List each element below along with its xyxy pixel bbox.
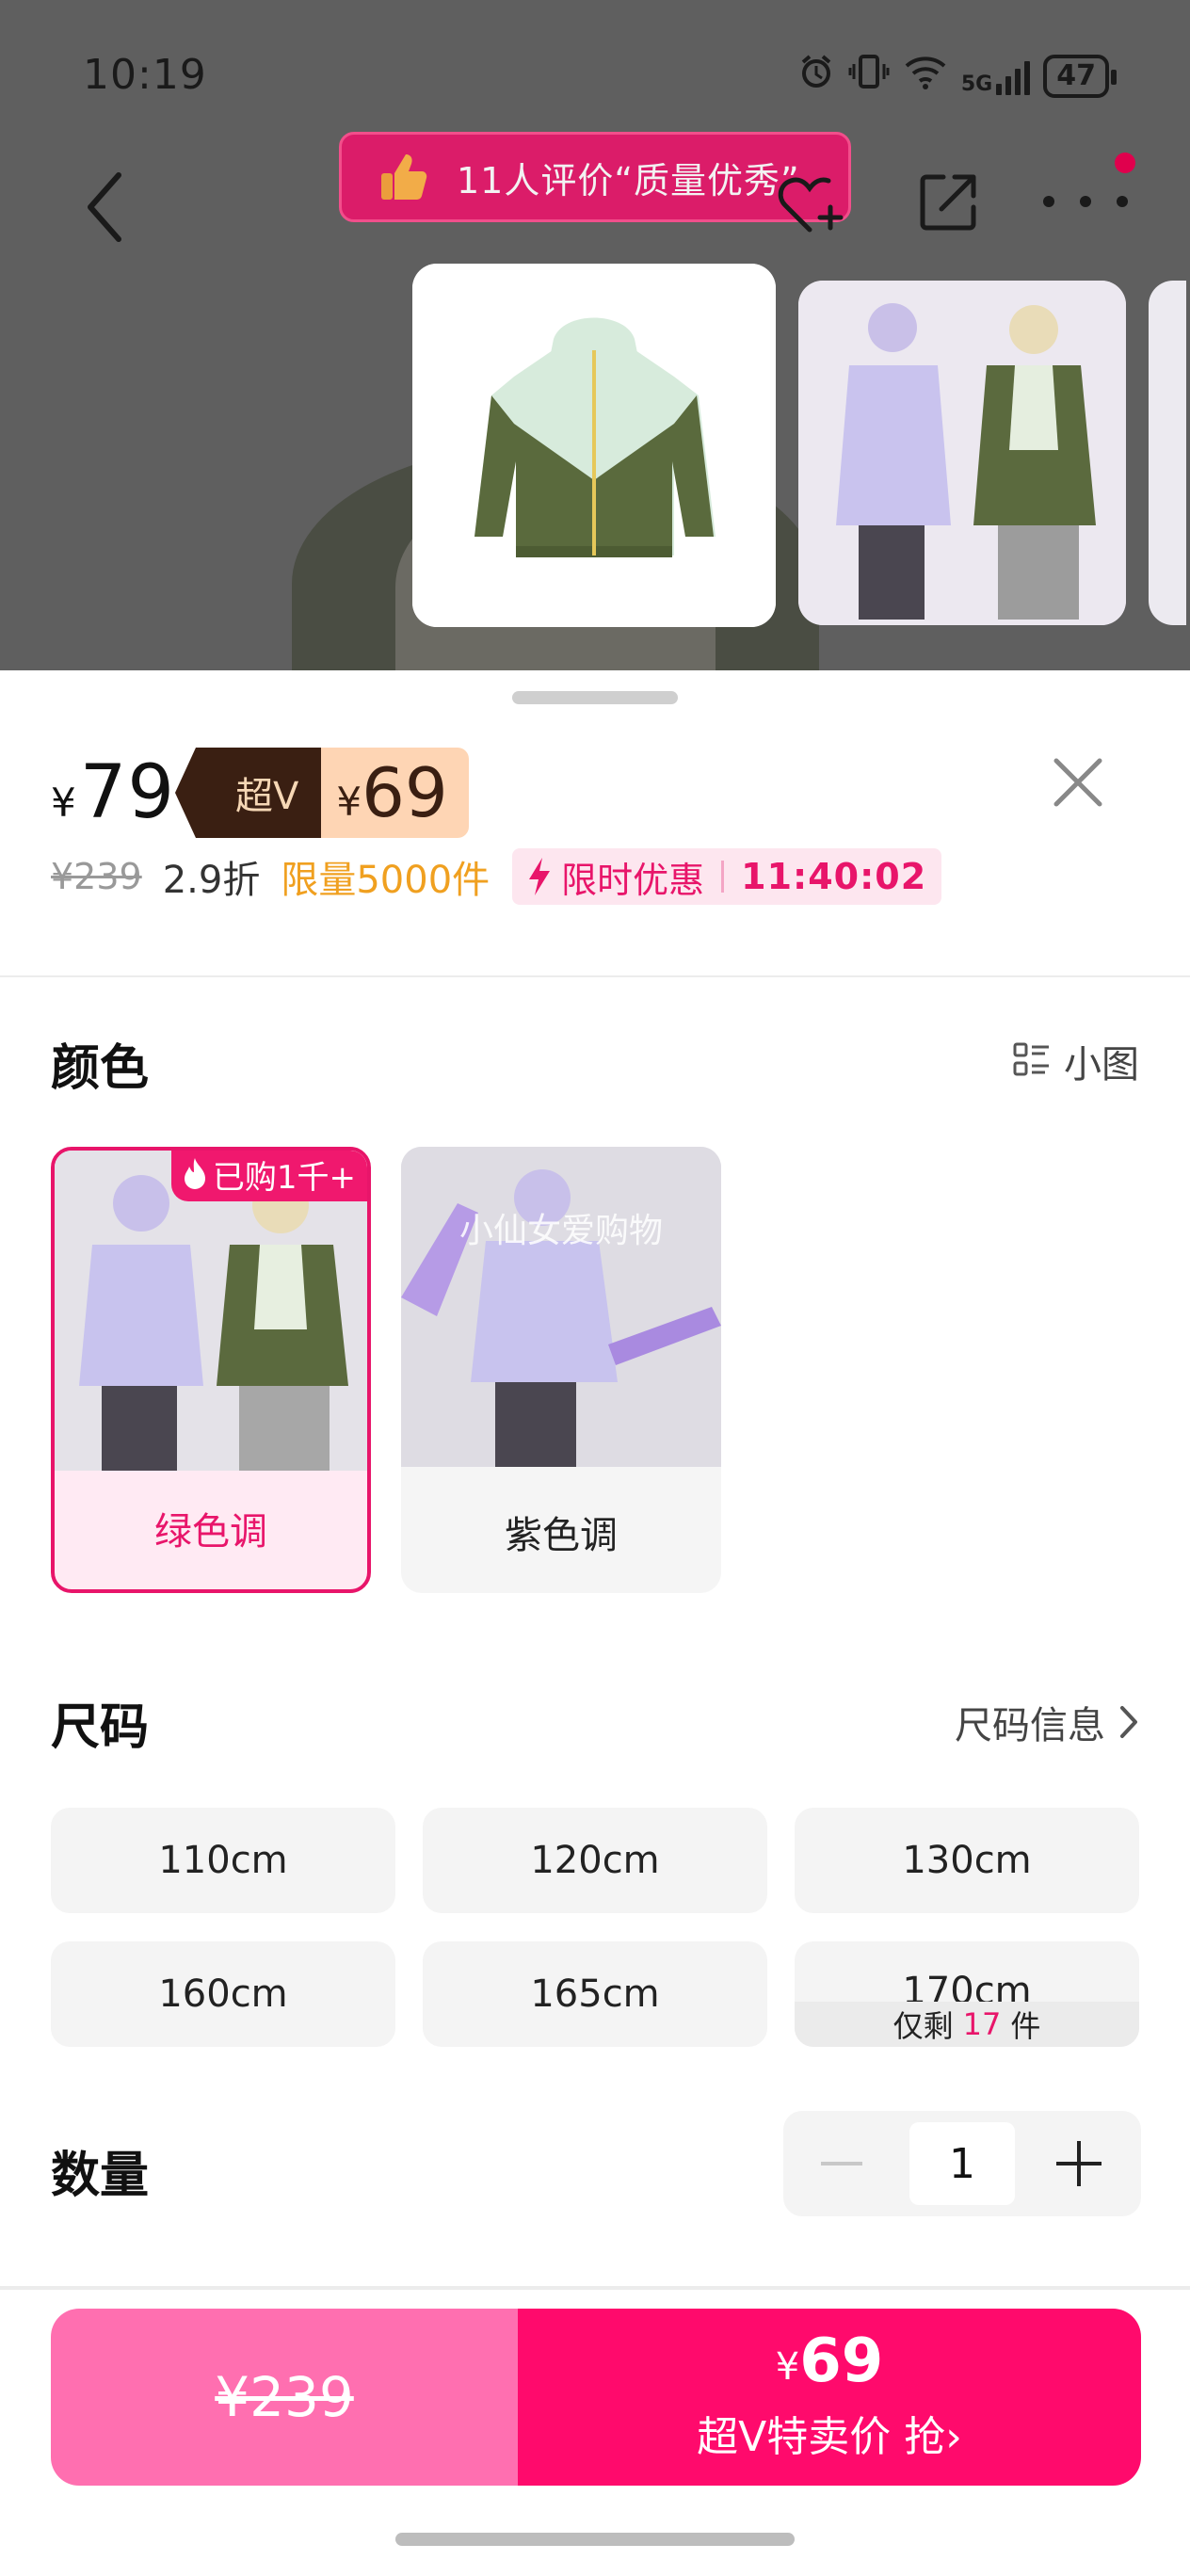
sold-count-badge: 已购1千+: [170, 1151, 367, 1201]
thumbnail-kids-photo[interactable]: [798, 281, 1126, 625]
vibrate-icon: [848, 53, 890, 99]
vip-buy-button[interactable]: ¥ 69 超V特卖价 抢›: [518, 2309, 1141, 2486]
discount-label: 2.9折: [162, 859, 261, 902]
flash-sale-badge: 限时优惠 11:40:02: [512, 848, 942, 905]
low-stock-prefix: 仅剩: [892, 2008, 954, 2044]
heart-plus-icon: [778, 177, 844, 233]
view-toggle-label: 小图: [1064, 1043, 1139, 1087]
vip-price-value: 69: [362, 753, 448, 832]
status-icons: 5G 47: [797, 53, 1117, 99]
size-options: 110cm 120cm 130cm 160cm 165cm 170cm 仅剩 1…: [51, 1808, 1139, 2047]
price-currency: ¥: [51, 779, 76, 826]
jacket-product-image: [412, 264, 776, 627]
quantity-section-title: 数量: [51, 2148, 150, 2204]
low-stock-note: 仅剩 17 件: [795, 2002, 1139, 2047]
color-option-purple[interactable]: 小仙女爱购物 紫色调: [401, 1147, 721, 1593]
cellular-signal-icon: 5G: [960, 57, 1031, 96]
size-option[interactable]: 165cm: [423, 1941, 767, 2047]
color-option-label: 绿色调: [154, 1510, 267, 1554]
thumbs-up-icon: [381, 154, 427, 200]
lightning-icon: [529, 858, 551, 895]
quantity-stepper: 1: [783, 2111, 1141, 2216]
thumbnail-next[interactable]: [1149, 281, 1186, 625]
battery-icon: 47: [1043, 54, 1117, 98]
divider: [0, 975, 1190, 977]
list-view-icon: [1013, 1042, 1049, 1076]
vip-price-tag: 超V ¥ 69: [174, 748, 469, 838]
dot-icon: [1117, 196, 1128, 207]
countdown-timer: 11:40:02: [741, 856, 927, 897]
image-thumbnail-strip: [412, 264, 1186, 627]
kids-photo-image: [798, 281, 1126, 625]
current-price: 79: [79, 750, 175, 835]
color-options: 已购1千+ 绿色调 小仙女爱购物 紫色调: [51, 1147, 721, 1593]
price-sub-row: ¥239 2.9折 限量5000件 限时优惠 11:40:02: [51, 845, 942, 908]
size-info-label: 尺码信息: [955, 1704, 1105, 1747]
color-option-label: 紫色调: [505, 1514, 618, 1557]
sheet-drag-handle[interactable]: [512, 691, 678, 704]
vip-buy-price: ¥ 69: [776, 2331, 884, 2391]
status-bar: 10:19 5G 47: [0, 38, 1190, 113]
low-stock-suffix: 件: [1010, 2008, 1041, 2044]
sold-count-text: 已购1千+: [212, 1158, 356, 1197]
increase-button[interactable]: [1056, 2141, 1102, 2186]
flash-sale-label: 限时优惠: [561, 859, 705, 901]
network-type-label: 5G: [960, 72, 993, 96]
size-option[interactable]: 110cm: [51, 1808, 395, 1913]
vip-buy-price-value: 69: [799, 2326, 884, 2396]
vip-price-currency: ¥: [336, 778, 362, 825]
product-gallery-backdrop: 10:19 5G 47 11人评价“质量优秀”: [0, 0, 1190, 670]
thumbnail-jacket[interactable]: [412, 264, 776, 627]
size-option[interactable]: 160cm: [51, 1941, 395, 2047]
vip-buy-currency: ¥: [775, 2345, 800, 2389]
original-price: ¥239: [51, 856, 142, 897]
size-option[interactable]: 130cm: [795, 1808, 1139, 1913]
original-price-button[interactable]: ¥239: [51, 2309, 518, 2486]
quantity-value[interactable]: 1: [909, 2122, 1015, 2205]
color-section-title: 颜色: [51, 1040, 150, 1097]
size-option-low-stock[interactable]: 170cm 仅剩 17 件: [795, 1941, 1139, 2047]
review-badge[interactable]: 11人评价“质量优秀”: [339, 132, 851, 222]
notification-dot: [1115, 153, 1135, 173]
close-button[interactable]: [1049, 753, 1107, 812]
dot-icon: [1043, 196, 1054, 207]
share-icon: [920, 174, 976, 231]
image-watermark: 小仙女爱购物: [458, 1212, 663, 1250]
favorite-button[interactable]: [776, 169, 847, 237]
buy-bar: ¥239 ¥ 69 超V特卖价 抢›: [51, 2309, 1141, 2486]
price-row: ¥ 79 超V ¥ 69: [51, 746, 469, 840]
dot-icon: [1080, 196, 1091, 207]
review-badge-text: 11人评价“质量优秀”: [457, 159, 800, 201]
size-option[interactable]: 120cm: [423, 1808, 767, 1913]
vip-label: 超V: [174, 748, 322, 838]
more-button[interactable]: [1043, 196, 1128, 215]
chevron-right-icon: [1120, 1706, 1137, 1738]
flash-sale-divider: [721, 861, 725, 893]
low-stock-count: 17: [962, 2006, 1002, 2042]
color-option-image: [401, 1147, 721, 1467]
chevron-left-icon: [88, 172, 121, 242]
status-time: 10:19: [83, 51, 207, 99]
flame-icon: [184, 1158, 205, 1189]
view-toggle-button[interactable]: 小图: [1013, 1034, 1139, 1088]
size-section-title: 尺码: [51, 1699, 150, 1756]
close-icon: [1053, 758, 1102, 807]
vip-price: ¥ 69: [321, 748, 469, 838]
alarm-icon: [797, 53, 835, 99]
limited-quantity-label: 限量5000件: [281, 859, 490, 902]
sku-selection-sheet: ¥ 79 超V ¥ 69 ¥239 2.9折 限量5000件 限时优惠 11:4…: [0, 670, 1190, 2576]
share-button[interactable]: [915, 168, 983, 235]
decrease-button[interactable]: [821, 2162, 862, 2165]
home-indicator[interactable]: [395, 2533, 795, 2546]
vip-buy-label: 超V特卖价 抢›: [697, 2413, 962, 2461]
wifi-icon: [903, 53, 948, 99]
back-button[interactable]: [77, 169, 134, 245]
purple-jacket-photo: [401, 1147, 721, 1467]
divider: [0, 2286, 1190, 2290]
size-info-link[interactable]: 尺码信息: [955, 1695, 1139, 1749]
color-option-green[interactable]: 已购1千+ 绿色调: [51, 1147, 371, 1593]
top-nav: 11人评价“质量优秀”: [0, 132, 1190, 273]
